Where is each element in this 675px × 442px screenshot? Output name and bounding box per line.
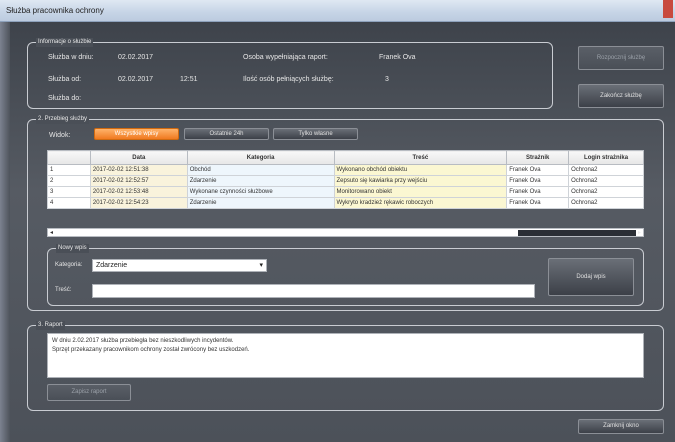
column-header-guard[interactable]: Strażnik: [506, 150, 570, 165]
report-textarea[interactable]: W dniu 2.02.2017 służba przebiegła bez n…: [47, 333, 644, 378]
chevron-down-icon: ▾: [259, 262, 263, 269]
row-guard: Franek Ova: [506, 197, 570, 209]
filler-label: Osoba wypełniająca raport:: [243, 54, 328, 61]
shift-to-label: Służba do:: [48, 95, 82, 102]
table-row[interactable]: 2 2017-02-02 12:52:57 Zdarzenie Zepsuto …: [47, 175, 644, 187]
row-category: Wykonane czynności służbowe: [186, 186, 335, 198]
row-category: Zdarzenie: [186, 175, 335, 187]
journal-table: Data Kategoria Treść Strażnik Login stra…: [47, 150, 644, 209]
add-entry-button[interactable]: Dodaj wpis: [548, 258, 634, 296]
shift-from-time: 12:51: [180, 76, 198, 83]
column-header-no[interactable]: [47, 150, 91, 165]
title-bar: Służba pracownika ochrony: [0, 0, 675, 22]
filter-all-button[interactable]: Wszystkie wpisy: [94, 128, 179, 140]
column-header-content[interactable]: Treść: [333, 150, 508, 165]
table-row[interactable]: 4 2017-02-02 12:54:23 Zdarzenie Wykryto …: [47, 197, 644, 209]
row-content: Wykonano obchód obiektu: [333, 164, 508, 176]
row-number: 2: [47, 175, 91, 187]
horizontal-scrollbar[interactable]: ◂ ▸: [47, 228, 644, 237]
new-entry-group-label: Nowy wpis: [56, 244, 89, 253]
column-header-date[interactable]: Data: [89, 150, 188, 165]
row-number: 3: [47, 186, 91, 198]
entry-text-input[interactable]: [92, 284, 535, 298]
row-login: Ochrona2: [568, 186, 644, 198]
service-start-value: 02.02.2017: [118, 54, 154, 61]
scroll-right-icon[interactable]: ▸: [638, 229, 641, 236]
scroll-left-icon[interactable]: ◂: [50, 229, 53, 236]
window-left-edge: [0, 22, 10, 442]
report-line-1: W dniu 2.02.2017 służba przebiegła bez n…: [52, 338, 234, 344]
close-dialog-button[interactable]: Zamknij okno: [578, 419, 664, 434]
filler-value: Franek Ova: [379, 54, 416, 61]
column-header-login[interactable]: Login strażnika: [568, 150, 644, 165]
category-label: Kategoria:: [55, 262, 83, 268]
scrollbar-thumb[interactable]: [518, 230, 636, 236]
service-info-group-label: Informacje o służbie: [36, 38, 94, 47]
row-guard: Franek Ova: [506, 164, 570, 176]
row-number: 4: [47, 197, 91, 209]
close-window-button[interactable]: [663, 0, 673, 18]
row-category: Obchód: [186, 164, 335, 176]
window-title: Służba pracownika ochrony: [6, 6, 104, 15]
row-login: Ochrona2: [568, 197, 644, 209]
row-category: Zdarzenie: [186, 197, 335, 209]
journal-group-label: 2. Przebieg służby: [36, 115, 90, 124]
save-report-button[interactable]: Zapisz raport: [47, 384, 131, 401]
filter-own-button[interactable]: Tylko własne: [273, 128, 358, 140]
row-number: 1: [47, 164, 91, 176]
category-select[interactable]: Zdarzenie ▾: [92, 259, 267, 272]
report-group-label: 3. Raport: [36, 321, 65, 330]
column-header-category[interactable]: Kategoria: [186, 150, 335, 165]
table-row[interactable]: 1 2017-02-02 12:51:38 Obchód Wykonano ob…: [47, 164, 644, 176]
row-date: 2017-02-02 12:54:23: [89, 197, 188, 209]
row-login: Ochrona2: [568, 164, 644, 176]
shift-from-label: Służba od:: [48, 76, 82, 83]
row-content: Monitorowano obiekt: [333, 186, 508, 198]
row-login: Ochrona2: [568, 175, 644, 187]
filter-24h-button[interactable]: Ostatnie 24h: [184, 128, 269, 140]
view-label: Widok:: [49, 132, 71, 139]
row-content: Wykryto kradzież rękawic roboczych: [333, 197, 508, 209]
start-service-button[interactable]: Rozpocznij służbę: [578, 46, 664, 70]
row-guard: Franek Ova: [506, 186, 570, 198]
guard-count-label: Ilość osób pełniących służbę:: [243, 76, 334, 83]
table-row[interactable]: 3 2017-02-02 12:53:48 Wykonane czynności…: [47, 186, 644, 198]
row-guard: Franek Ova: [506, 175, 570, 187]
row-date: 2017-02-02 12:52:57: [89, 175, 188, 187]
table-header-row: Data Kategoria Treść Strażnik Login stra…: [47, 150, 644, 165]
row-date: 2017-02-02 12:51:38: [89, 164, 188, 176]
row-date: 2017-02-02 12:53:48: [89, 186, 188, 198]
text-label: Treść:: [55, 287, 72, 293]
end-service-button[interactable]: Zakończ służbę: [578, 84, 664, 108]
row-content: Zepsuto się kawiarka przy wejściu: [333, 175, 508, 187]
guard-count-value: 3: [385, 76, 389, 83]
shift-from-date: 02.02.2017: [118, 76, 154, 83]
category-select-value: Zdarzenie: [96, 262, 128, 269]
service-start-label: Służba w dniu:: [48, 54, 94, 61]
report-line-2: Sprzęt przekazany pracownikom ochrony zo…: [52, 347, 250, 353]
